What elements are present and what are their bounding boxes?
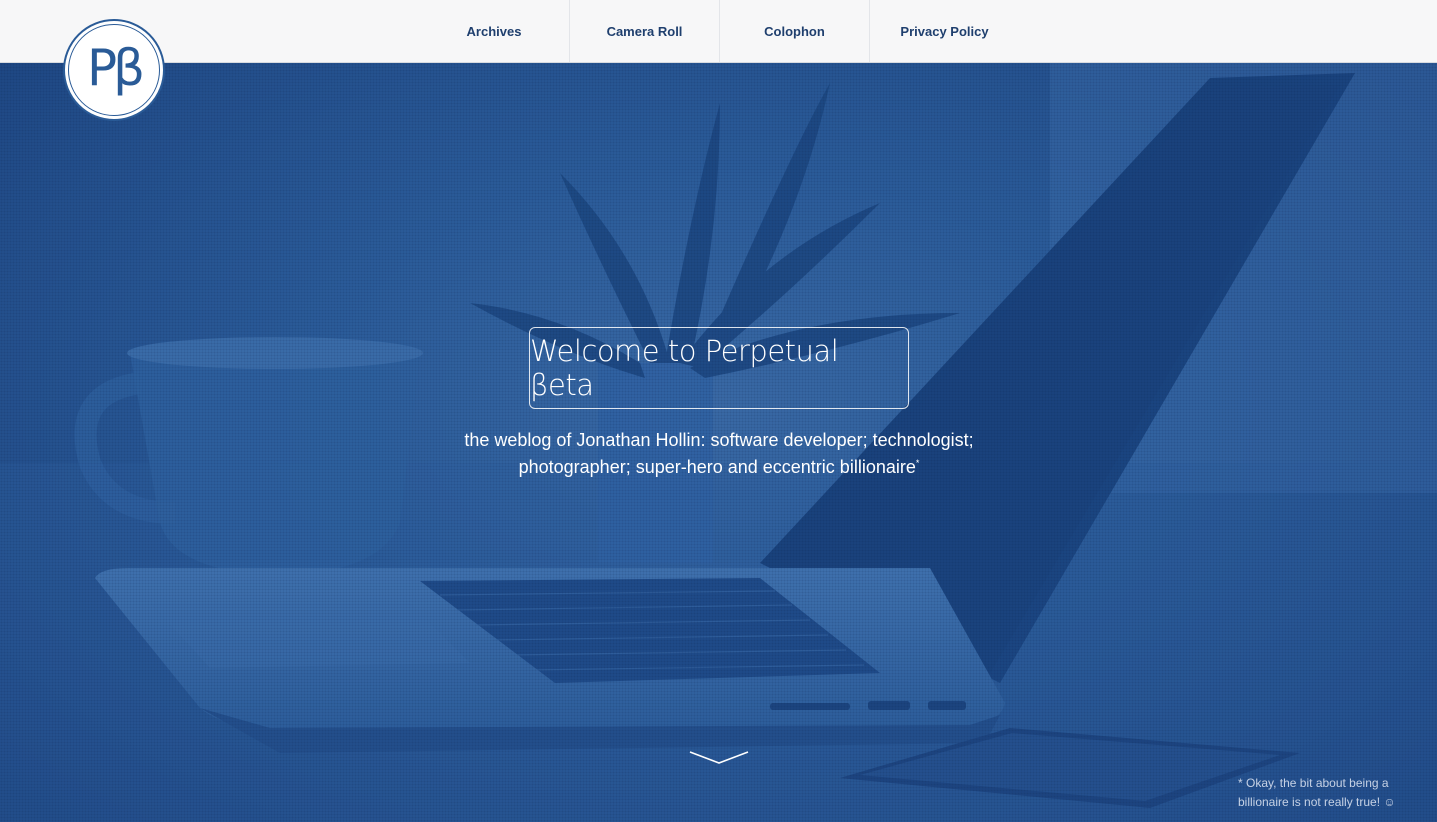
tagline-line-1: the weblog of Jonathan Hollin: software … xyxy=(464,430,974,450)
top-navigation-bar: Archives Camera Roll Colophon Privacy Po… xyxy=(0,0,1437,63)
welcome-title: Welcome to Perpetual βeta xyxy=(529,327,909,409)
site-tagline: the weblog of Jonathan Hollin: software … xyxy=(418,427,1020,481)
tagline-footnote-marker: * xyxy=(915,458,920,468)
hero-section: Welcome to Perpetual βeta the weblog of … xyxy=(0,63,1437,822)
main-nav: Archives Camera Roll Colophon Privacy Po… xyxy=(419,0,1019,62)
nav-link-colophon[interactable]: Colophon xyxy=(719,0,869,62)
chevron-down-icon[interactable] xyxy=(688,749,750,767)
site-logo-text: Pβ xyxy=(68,24,160,116)
nav-link-archives[interactable]: Archives xyxy=(419,0,569,62)
nav-link-privacy-policy[interactable]: Privacy Policy xyxy=(869,0,1019,62)
nav-link-camera-roll[interactable]: Camera Roll xyxy=(569,0,719,62)
tagline-line-2: photographer; super-hero and eccentric b… xyxy=(518,457,916,477)
site-logo[interactable]: Pβ xyxy=(63,19,165,121)
billionaire-footnote: * Okay, the bit about being a billionair… xyxy=(1238,776,1396,809)
